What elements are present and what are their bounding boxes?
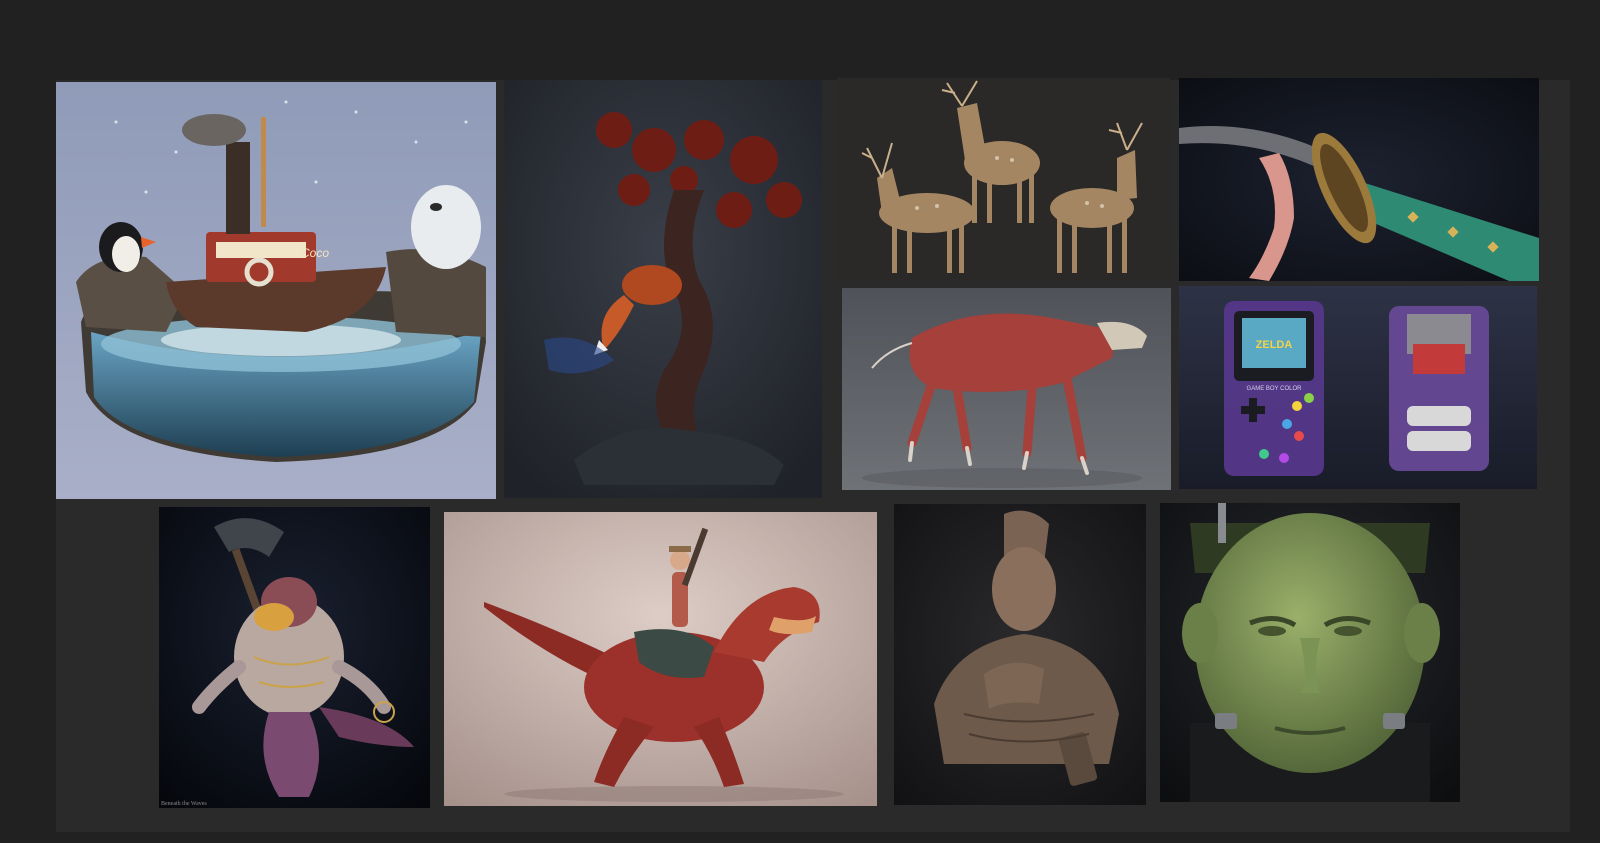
artwork-tile-dog-anatomy[interactable] (842, 288, 1171, 490)
artwork-tile-tugboat[interactable]: Coco (56, 82, 496, 499)
artwork-tile-shark-warrior[interactable]: Beneath the Waves (159, 507, 430, 808)
artwork-tile-dino-rider[interactable] (444, 512, 877, 806)
artwork-tile-frankenstein[interactable] (1160, 503, 1460, 802)
artwork-tile-deer[interactable] (837, 78, 1170, 281)
artwork-tile-fox-tree[interactable] (504, 80, 822, 498)
gallery-page: Coco ZELDA GAME BOY COLOR Beneath the Wa… (0, 0, 1600, 843)
gameboy-brand-label: GAME BOY COLOR (1247, 386, 1303, 392)
tugboat-diorama-icon: Coco (56, 82, 496, 499)
deer-icon (837, 78, 1170, 281)
artwork-tile-gameboy[interactable]: ZELDA GAME BOY COLOR (1179, 286, 1537, 489)
shark-warrior-icon (159, 507, 430, 808)
bust-icon (894, 504, 1146, 805)
artwork-tile-katana[interactable] (1179, 78, 1539, 281)
katana-icon (1179, 78, 1539, 281)
boat-name-label: Coco (301, 246, 329, 260)
fox-tree-icon (504, 80, 822, 498)
frankenstein-icon (1160, 503, 1460, 802)
artwork-caption: Beneath the Waves (161, 801, 207, 807)
gameboy-screen-title: ZELDA (1256, 339, 1293, 351)
gameboy-icon: ZELDA GAME BOY COLOR (1179, 286, 1537, 489)
artwork-tile-mohawk-bust[interactable] (894, 504, 1146, 805)
dog-anatomy-icon (842, 288, 1171, 490)
dino-rider-icon (444, 512, 877, 806)
